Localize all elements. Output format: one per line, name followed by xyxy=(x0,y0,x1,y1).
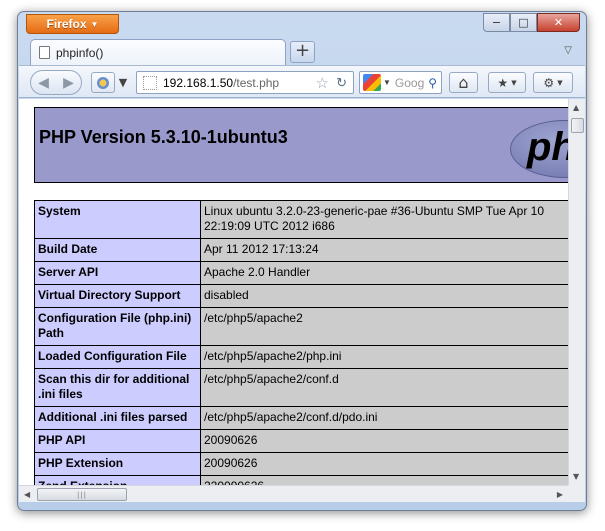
row-value: /etc/php5/apache2 xyxy=(200,307,568,346)
row-key: PHP Extension xyxy=(34,452,201,476)
forward-icon[interactable]: ▶ xyxy=(63,75,74,91)
table-row: PHP API 20090626 xyxy=(34,429,568,453)
row-key: PHP API xyxy=(34,429,201,453)
row-value: 220090626 xyxy=(200,475,568,485)
back-icon[interactable]: ◀ xyxy=(38,75,49,91)
table-row: System Linux ubuntu 3.2.0-23-generic-pae … xyxy=(34,200,568,239)
vertical-scroll-thumb[interactable] xyxy=(571,118,584,133)
table-row: Scan this dir for additional .ini files /… xyxy=(34,368,568,407)
search-bar[interactable]: ▼ Goog ⚲ xyxy=(359,71,442,94)
vertical-scrollbar[interactable]: ▲ ▼ xyxy=(568,99,585,485)
row-value: Apr 11 2012 17:13:24 xyxy=(200,238,568,262)
row-key: Loaded Configuration File xyxy=(34,345,201,369)
row-value: /etc/php5/apache2/php.ini xyxy=(200,345,568,369)
scroll-left-icon[interactable]: ◀ xyxy=(24,490,30,499)
close-button[interactable]: ✕ xyxy=(537,13,580,32)
row-value: disabled xyxy=(200,284,568,308)
back-forward-group: ◀ ▶ xyxy=(30,70,82,95)
addon-button[interactable]: ⚙ ▼ xyxy=(533,72,573,93)
site-identity-icon xyxy=(143,75,157,90)
table-row: PHP Extension 20090626 xyxy=(34,452,568,476)
row-key: Additional .ini files parsed xyxy=(34,406,201,430)
search-icon[interactable]: ⚲ xyxy=(428,76,437,90)
table-row: Virtual Directory Support disabled xyxy=(34,284,568,308)
table-row: Server API Apache 2.0 Handler xyxy=(34,261,568,285)
puzzle-icon xyxy=(97,76,109,89)
grip-icon: ||| xyxy=(76,490,88,499)
row-key: Build Date xyxy=(34,238,201,262)
page-icon xyxy=(39,46,50,59)
page-title: PHP Version 5.3.10-1ubuntu3 xyxy=(39,127,288,147)
chevron-down-icon: ▼ xyxy=(557,78,563,87)
table-row: Zend Extension220090626 xyxy=(34,475,568,485)
chevron-down-icon[interactable]: ▼ xyxy=(383,78,391,87)
url-host: 192.168.1.50 xyxy=(163,75,234,90)
row-value: Linux ubuntu 3.2.0-23-generic-pae #36-Ub… xyxy=(200,200,568,239)
url-path: /test.php xyxy=(233,75,280,90)
row-value: Apache 2.0 Handler xyxy=(200,261,568,285)
chevron-down-icon: ▼ xyxy=(90,19,99,29)
php-logo: php xyxy=(510,120,568,178)
scrollbar-corner xyxy=(568,485,585,502)
horizontal-scrollbar[interactable]: ◀ ||| ▶ xyxy=(19,485,568,502)
php-header: PHP Version 5.3.10-1ubuntu3 php xyxy=(34,107,568,183)
row-key: Configuration File (php.ini) Path xyxy=(34,307,201,346)
scroll-right-icon[interactable]: ▶ xyxy=(557,490,563,499)
php-logo-text: php xyxy=(527,125,568,169)
home-icon: ⌂ xyxy=(458,73,469,92)
bookmarks-icon: ★ xyxy=(497,75,509,90)
tab-title: phpinfo() xyxy=(56,45,104,60)
home-button[interactable]: ⌂ xyxy=(449,72,478,93)
row-value: 20090626 xyxy=(200,452,568,476)
row-key: Server API xyxy=(34,261,201,285)
bookmarks-button[interactable]: ★ ▼ xyxy=(488,72,526,93)
chevron-down-icon: ▼ xyxy=(511,78,517,87)
row-value: /etc/php5/apache2/conf.d/pdo.ini xyxy=(200,406,568,430)
row-key: Zend Extension xyxy=(34,475,201,485)
scroll-up-icon[interactable]: ▲ xyxy=(573,103,579,112)
table-row: Additional .ini files parsed/etc/php5/ap… xyxy=(34,406,568,430)
firefox-menu-label: Firefox xyxy=(46,17,87,31)
tab-phpinfo[interactable]: phpinfo() xyxy=(30,39,286,65)
reload-icon[interactable]: ↻ xyxy=(336,75,347,91)
row-value: 20090626 xyxy=(200,429,568,453)
chevron-down-icon[interactable]: ▼ xyxy=(117,72,129,93)
firefox-menu-button[interactable]: Firefox ▼ xyxy=(26,14,119,34)
identity-button[interactable] xyxy=(91,72,115,93)
window-controls: − □ ✕ xyxy=(483,13,580,32)
new-tab-button[interactable]: + xyxy=(290,41,315,63)
navigation-toolbar: ◀ ▶ ▼ 192.168.1.50/test.php ☆ ↻ ▼ Goog ⚲… xyxy=(19,65,585,98)
table-row: Loaded Configuration File/etc/php5/apach… xyxy=(34,345,568,369)
browser-window: Firefox ▼ − □ ✕ phpinfo() + ▽ ◀ ▶ ▼ 192.… xyxy=(17,11,587,511)
table-row: Configuration File (php.ini) Path/etc/ph… xyxy=(34,307,568,346)
url-bar[interactable]: 192.168.1.50/test.php ☆ ↻ xyxy=(136,71,354,94)
page-content: PHP Version 5.3.10-1ubuntu3 php SystemLi… xyxy=(19,99,568,485)
search-input[interactable]: Goog xyxy=(395,76,424,90)
row-key: System xyxy=(34,200,201,239)
bookmark-star-icon[interactable]: ☆ xyxy=(316,74,329,92)
horizontal-scroll-thumb[interactable]: ||| xyxy=(37,488,127,501)
row-value: /etc/php5/apache2/conf.d xyxy=(200,368,568,407)
table-row: Build Date Apr 11 2012 17:13:24 xyxy=(34,238,568,262)
tab-list-icon[interactable]: ▽ xyxy=(564,45,572,56)
php-info-table: System Linux ubuntu 3.2.0-23-generic-pae … xyxy=(34,200,568,485)
addon-icon: ⚙ xyxy=(543,75,555,90)
scroll-down-icon[interactable]: ▼ xyxy=(573,472,579,481)
minimize-button[interactable]: − xyxy=(483,13,510,32)
row-key: Scan this dir for additional .ini files xyxy=(34,368,201,407)
row-key: Virtual Directory Support xyxy=(34,284,201,308)
google-icon[interactable] xyxy=(363,74,381,91)
maximize-button[interactable]: □ xyxy=(510,13,537,32)
